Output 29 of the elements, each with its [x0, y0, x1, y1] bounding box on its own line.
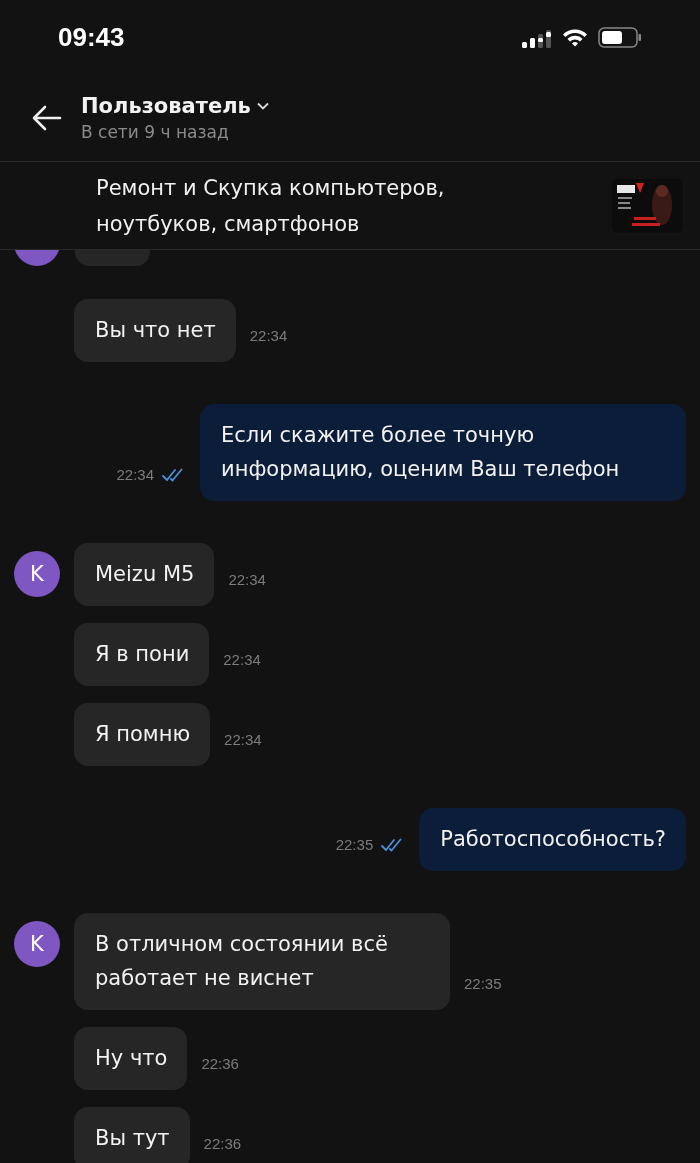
contact-name[interactable]: Пользователь — [81, 94, 251, 118]
message-time: 22:34 — [224, 731, 262, 748]
wifi-icon — [562, 28, 588, 47]
clock: 09:43 — [58, 22, 125, 53]
listing-title[interactable]: Ремонт и Скупка компьютеров, ноутбуков, смартфонов — [96, 169, 516, 242]
signal-icon — [522, 27, 552, 48]
message-time: 22:36 — [201, 1055, 239, 1072]
online-status: В сети 9 ч назад — [81, 122, 230, 142]
message-time: 22:34 — [228, 571, 266, 588]
battery-icon — [598, 27, 642, 48]
message-time: 22:35 — [335, 836, 374, 853]
message-bubble: В отличном состоянии всё работает не виснет — [74, 913, 450, 1010]
message-bubble: Работоспособность? — [419, 808, 686, 871]
back-arrow-icon[interactable] — [32, 105, 62, 131]
message-time: 22:34 — [116, 466, 154, 483]
avatar: K — [14, 921, 60, 967]
message-bubble: Я помню — [74, 703, 211, 766]
message-bubble: Я в пони — [74, 623, 210, 686]
message-bubble: Если скажите более точную информацию, оценим Ваш телефон — [200, 404, 686, 501]
message-time: 22:36 — [203, 1135, 242, 1152]
message-bubble: Meizu M5 — [74, 543, 215, 606]
chevron-down-icon[interactable] — [256, 102, 269, 110]
message-bubble: Вы что нет — [74, 299, 236, 362]
message-bubble: Ну что — [74, 1027, 188, 1090]
message-bubble: Вы тут — [74, 1107, 190, 1163]
message-time: 22:34 — [223, 651, 261, 668]
avatar: K — [14, 551, 60, 597]
message-time: 22:35 — [464, 975, 502, 992]
message-time: 22:34 — [249, 327, 288, 344]
